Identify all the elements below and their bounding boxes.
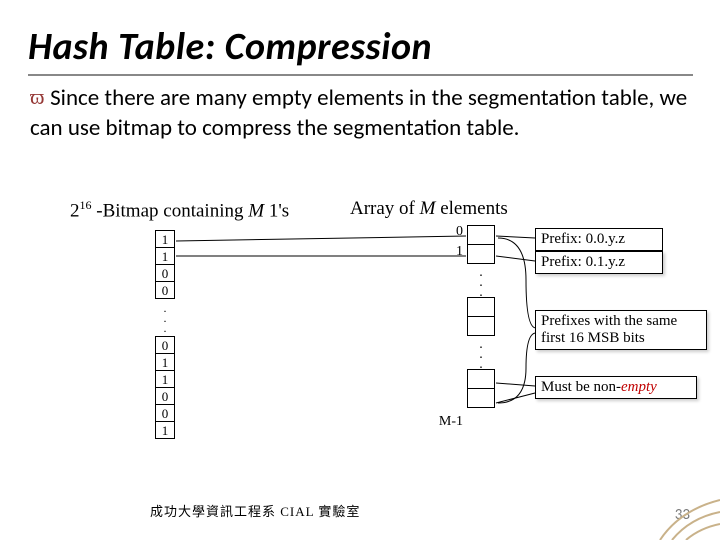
array-index-label: M-1	[423, 414, 463, 430]
prefix-box-0: Prefix: 0.0.y.z	[535, 228, 663, 251]
bitmap-cell: 1	[155, 353, 175, 371]
array-index-label: 0	[423, 224, 463, 240]
array-index-label: 1	[423, 244, 463, 260]
bitmap-cell: 1	[155, 370, 175, 388]
bitmap-caption: 216 -Bitmap containing M 1's	[70, 198, 289, 222]
array-ellipsis: ...	[467, 264, 495, 298]
array-column: 0 1 M-1 ... ...	[467, 226, 495, 408]
bullet-text: Since there are many empty elements in t…	[30, 84, 687, 142]
array-caption: Array of M elements	[350, 198, 508, 220]
prefix-box-1: Prefix: 0.1.y.z	[535, 251, 663, 274]
bitmap-column: 1 1 0 0 ... 0 1 1 0 0 1	[155, 231, 175, 439]
caption-sup: 16	[80, 198, 92, 212]
array-cell	[467, 244, 495, 264]
bitmap-cell: 0	[155, 387, 175, 405]
footer-dept: 成功大學資訊工程系 CIAL 實驗室	[150, 501, 360, 520]
caption-text: elements	[435, 198, 507, 219]
caption-m: M	[248, 200, 264, 221]
array-cell	[467, 316, 495, 336]
nonempty-text: Must be non-	[541, 379, 621, 395]
caption-text: 2	[70, 200, 80, 221]
bullet-block: ϖ Since there are many empty elements in…	[30, 84, 690, 144]
page-title: Hash Table: Compression	[28, 24, 432, 70]
caption-text: 1's	[264, 200, 289, 221]
nonempty-emph: empty	[621, 379, 657, 395]
bitmap-cell: 1	[155, 247, 175, 265]
title-underline	[28, 74, 693, 76]
array-cell	[467, 225, 495, 245]
array-cell	[467, 297, 495, 317]
array-cell	[467, 388, 495, 408]
bitmap-cell: 0	[155, 264, 175, 282]
caption-text: -Bitmap containing	[92, 200, 249, 221]
diagram: 216 -Bitmap containing M 1's Array of M …	[60, 198, 700, 498]
caption-m: M	[420, 198, 436, 219]
array-ellipsis: ...	[467, 336, 495, 370]
nonempty-box: Must be non-empty	[535, 376, 697, 399]
bitmap-cell: 1	[155, 421, 175, 439]
bitmap-cell: 0	[155, 404, 175, 422]
array-cell	[467, 369, 495, 389]
bitmap-cell: 0	[155, 281, 175, 299]
caption-text: Array of	[350, 198, 420, 219]
bitmap-cell: 1	[155, 230, 175, 248]
bullet-icon: ϖ	[30, 84, 44, 110]
corner-decoration	[650, 470, 720, 540]
prefix-box-same: Prefixes with the same first 16 MSB bits	[535, 310, 707, 350]
bitmap-cell: 0	[155, 336, 175, 354]
bitmap-ellipsis: ...	[155, 299, 175, 337]
